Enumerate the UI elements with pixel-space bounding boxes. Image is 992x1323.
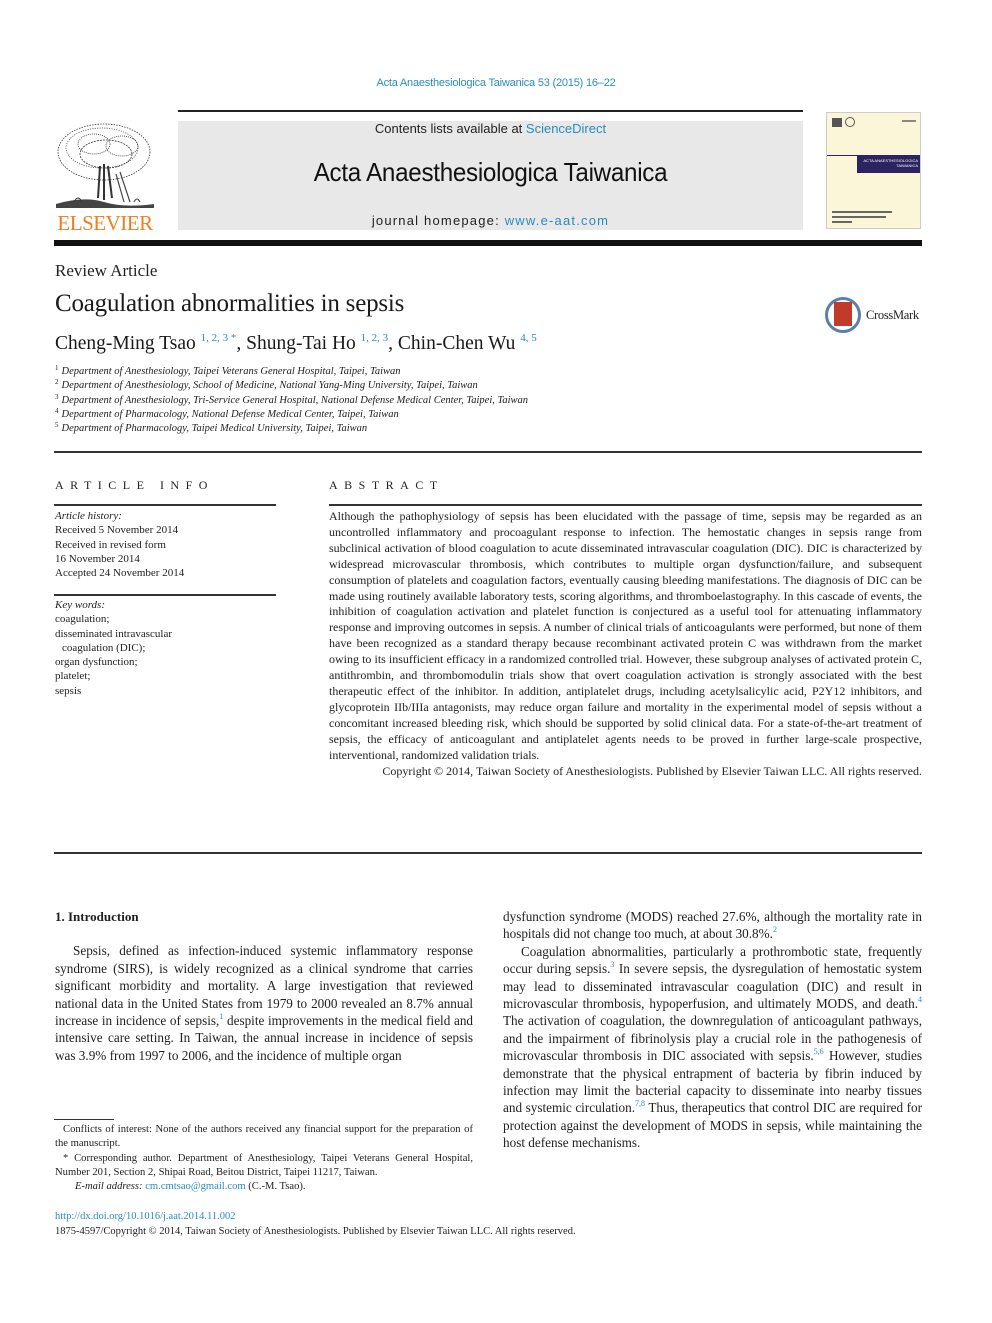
conflicts-footnote: Conflicts of interest: None of the autho… — [55, 1124, 473, 1150]
abstract-paragraph: Although the pathophysiology of sepsis h… — [329, 509, 922, 762]
section-heading: 1. Introduction — [55, 909, 139, 924]
affiliation-number: 4 — [55, 406, 59, 415]
cover-footer-line — [832, 211, 892, 213]
affiliation-text: Department of Anesthesiology, School of … — [61, 380, 478, 392]
section-divider — [54, 852, 922, 854]
keyword-item: organ dysfunction; — [55, 656, 138, 669]
citation-link[interactable]: 7,8 — [635, 1099, 645, 1108]
author-name[interactable]: Chin-Chen Wu — [398, 333, 515, 354]
affiliation-item: 5 Department of Pharmacology, Taipei Medi… — [55, 422, 528, 436]
section-divider — [54, 451, 922, 453]
author-name[interactable]: Cheng-Ming Tsao — [55, 333, 196, 354]
affiliation-item: 3 Department of Anesthesiology, Tri-Servi… — [55, 392, 529, 408]
keyword-item: coagulation; — [55, 613, 110, 626]
abstract-copyright: Copyright © 2014, Taiwan Society of Anes… — [382, 763, 922, 778]
tree-icon — [56, 123, 154, 208]
body-paragraph: Coagulation abnormalities, particularly … — [503, 943, 922, 1152]
citation-link[interactable]: 5,6 — [814, 1047, 824, 1056]
footnote-rule — [54, 1119, 114, 1120]
article-title: Coagulation abnormalities in sepsis — [55, 290, 405, 317]
affiliation-text: Department of Anesthesiology, Tri-Servic… — [61, 394, 529, 406]
keywords-label: Key words: — [55, 599, 106, 611]
cover-seal-icon — [845, 117, 855, 127]
affiliation-item: 2 Department of Anesthesiology, School of… — [55, 379, 528, 393]
keyword-item: sepsis — [55, 684, 82, 697]
article-history: Article history: Received 5 November 201… — [55, 509, 277, 580]
history-item: Received 5 November 2014 — [55, 524, 179, 537]
author-separator: , — [388, 333, 398, 354]
cover-issn — [902, 120, 916, 122]
homepage-link[interactable]: www.e-aat.com — [505, 213, 609, 228]
affiliation-number: 1 — [55, 364, 59, 372]
history-item: Received in revised form — [55, 538, 166, 551]
keyword-item: disseminated intravascular — [55, 627, 172, 640]
author-affiliation-refs[interactable]: 4, 5 — [520, 332, 537, 344]
keyword-item: coagulation (DIC); — [62, 641, 146, 654]
keyword-item: platelet; — [55, 670, 91, 683]
contents-line: Contents lists available at ScienceDirec… — [178, 121, 803, 136]
cover-logo-icon — [832, 118, 842, 127]
author-separator: , — [236, 333, 247, 354]
affiliation-item: 4 Department of Pharmacology, National De… — [55, 406, 528, 422]
affiliation-text: Department of Pharmacology, National Def… — [61, 408, 399, 420]
citation-link[interactable]: 4 — [918, 995, 922, 1004]
author-affiliation-refs[interactable]: 1, 2, 3 — [361, 332, 389, 344]
masthead-divider — [54, 240, 922, 246]
homepage-line: journal homepage: www.e-aat.com — [178, 213, 803, 228]
article-info-rule — [54, 594, 276, 596]
affiliation-number: 5 — [55, 421, 59, 430]
email-label: E-mail address: — [75, 1181, 146, 1193]
author-affiliation-refs[interactable]: 1, 2, 3 * — [201, 332, 237, 344]
article-type: Review Article — [55, 261, 158, 280]
abstract-rule — [329, 504, 922, 506]
affiliation-number: 2 — [55, 378, 59, 387]
affiliation-item: 1 Department of Anesthesiology, Taipei Ve… — [55, 365, 528, 379]
cover-title: ACTA ANAESTHESIOLOGICA TAIWANICA — [863, 158, 918, 168]
affiliation-text: Department of Pharmacology, Taipei Medic… — [61, 423, 368, 435]
history-item: 16 November 2014 — [55, 552, 140, 565]
article-info-rule — [54, 504, 276, 506]
header-rule — [178, 110, 803, 112]
abstract-heading: ABSTRACT — [329, 478, 444, 492]
issn-copyright: 1875-4597/Copyright © 2014, Taiwan Socie… — [55, 1226, 576, 1237]
cover-footer-line — [832, 216, 886, 218]
journal-masthead: Contents lists available at ScienceDirec… — [178, 121, 803, 230]
affiliations-list: 1 Department of Anesthesiology, Taipei Ve… — [55, 365, 528, 436]
journal-citation-link[interactable]: Acta Anaesthesiologica Taiwanica 53 (201… — [0, 77, 992, 89]
body-text: dysfunction syndrome (MODS) reached 27.6… — [503, 909, 922, 942]
doi-link[interactable]: http://dx.doi.org/10.1016/j.aat.2014.11.… — [55, 1211, 236, 1222]
author-list: Cheng-Ming Tsao 1, 2, 3 *, Shung-Tai Ho … — [55, 333, 537, 355]
crossmark-label: CrossMark — [866, 308, 919, 322]
article-history-label: Article history: — [55, 510, 122, 522]
elsevier-wordmark: ELSEVIER — [57, 211, 153, 235]
body-column-left: 1. Introduction Sepsis, defined as infec… — [55, 908, 473, 1064]
journal-title: Acta Anaesthesiologica Taiwanica — [313, 157, 668, 187]
cover-title-band: ACTA ANAESTHESIOLOGICA TAIWANICA — [857, 155, 920, 173]
journal-cover-thumbnail[interactable]: ACTA ANAESTHESIOLOGICA TAIWANICA — [826, 112, 921, 229]
body-column-right: dysfunction syndrome (MODS) reached 27.6… — [503, 908, 922, 1152]
history-item: Accepted 24 November 2014 — [55, 567, 185, 580]
keywords: Key words: coagulation; disseminated int… — [55, 598, 277, 698]
affiliation-text: Department of Anesthesiology, Taipei Vet… — [61, 366, 401, 377]
article-info-heading: ARTICLE INFO — [55, 478, 214, 492]
footnotes: Conflicts of interest: None of the autho… — [55, 1123, 473, 1194]
affiliation-number: 3 — [55, 392, 59, 401]
body-paragraph: dysfunction syndrome (MODS) reached 27.6… — [503, 908, 922, 943]
email-suffix: (C.-M. Tsao). — [245, 1181, 306, 1193]
author-name[interactable]: Shung-Tai Ho — [246, 333, 356, 354]
crossmark-button[interactable]: CrossMark — [825, 296, 925, 336]
homepage-prefix: journal homepage: — [371, 213, 505, 228]
contents-prefix: Contents lists available at — [374, 121, 526, 136]
elsevier-logo[interactable]: ELSEVIER — [54, 118, 156, 236]
email-footnote: E-mail address: cm.cmtsao@gmail.com (C.-… — [55, 1180, 473, 1194]
citation-link[interactable]: 2 — [773, 925, 777, 934]
body-paragraph: Sepsis, defined as infection-induced sys… — [55, 942, 473, 1064]
email-link[interactable]: cm.cmtsao@gmail.com — [145, 1181, 245, 1192]
corresponding-author-footnote: * Corresponding author. Department of An… — [55, 1152, 473, 1178]
abstract-text: Although the pathophysiology of sepsis h… — [329, 509, 922, 779]
crossmark-ribbon-icon — [834, 302, 852, 326]
sciencedirect-link[interactable]: ScienceDirect — [526, 121, 606, 136]
cover-footer-line — [832, 221, 852, 223]
